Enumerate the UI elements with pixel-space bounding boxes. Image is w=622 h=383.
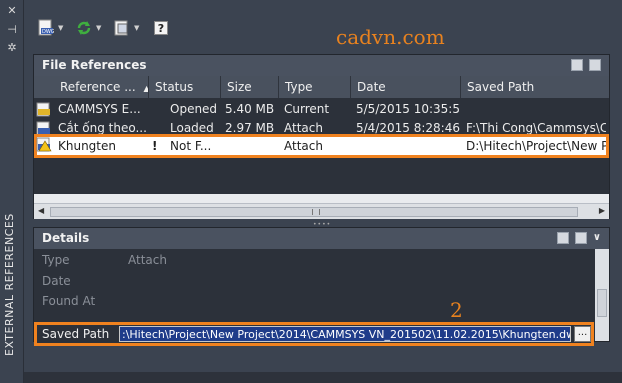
detail-row-type: Type Attach [42, 250, 167, 270]
column-status[interactable]: Status [149, 76, 221, 98]
warning-icon: ! [152, 139, 158, 153]
toolbar: DWG ▼ ▼ ▼ ? cadvn.com [24, 0, 622, 49]
grip-icon [312, 209, 320, 215]
table-row[interactable]: CAMMSYS E... Opened 5.40 MB Current 5/5/… [34, 100, 609, 119]
palette-strip: ✕ ⊣ ✲ EXTERNAL REFERENCES [0, 0, 24, 383]
status: Not F... [170, 139, 212, 153]
scroll-right-icon[interactable]: ▶ [599, 206, 605, 215]
help-icon: ? [154, 21, 168, 35]
change-path-button[interactable]: ▼ [114, 18, 139, 38]
date: 5/5/2015 10:35:5... [356, 102, 460, 116]
detail-row-date: Date [42, 271, 71, 291]
details-view-icon[interactable] [556, 232, 569, 244]
column-label: Reference ... [60, 80, 136, 94]
detail-label: Type [42, 253, 70, 267]
properties-icon[interactable]: ✲ [6, 42, 18, 54]
table-row-selected[interactable]: Khungten ! Not F... Attach D:\Hitech\Pro… [34, 134, 609, 158]
current-drawing-icon [36, 102, 50, 117]
collapse-icon[interactable]: ∨ [593, 232, 601, 244]
details-header: Details ∨ [34, 228, 609, 249]
status-bar [24, 372, 622, 383]
chevron-down-icon[interactable]: ▼ [58, 24, 63, 32]
details-body: Type Attach Date Found At 2 Saved Path :… [34, 249, 609, 346]
detail-label: Date [42, 274, 71, 288]
attach-dwg-icon: DWG [38, 19, 54, 36]
browse-button[interactable]: ... [574, 326, 591, 342]
column-date[interactable]: Date [351, 76, 461, 98]
auto-hide-icon[interactable]: ⊣ [6, 24, 18, 36]
status: Opened [170, 102, 218, 116]
palette-title: EXTERNAL REFERENCES [3, 213, 16, 356]
saved-path-label: Saved Path [42, 327, 110, 341]
chevron-down-icon[interactable]: ▼ [96, 24, 101, 32]
type: Current [284, 102, 330, 116]
scroll-left-icon[interactable]: ◀ [38, 206, 44, 215]
watermark: cadvn.com [336, 25, 445, 49]
help-button[interactable]: ? [154, 18, 168, 38]
table-header: Reference ... ▲ Status Size Type Date Sa… [34, 76, 609, 98]
missing-file-icon [36, 137, 52, 152]
detail-value: Attach [128, 253, 167, 267]
column-size[interactable]: Size [221, 76, 279, 98]
horizontal-scrollbar[interactable]: ◀ ▶ [34, 203, 609, 219]
type: Attach [284, 139, 323, 153]
column-type[interactable]: Type [279, 76, 351, 98]
table-body: CAMMSYS E... Opened 5.40 MB Current 5/5/… [34, 98, 609, 234]
saved-path-row: Saved Path :\Hitech\Project\New Project\… [34, 322, 594, 346]
panel-splitter[interactable]: •••• [33, 219, 610, 228]
column-saved-path[interactable]: Saved Path [461, 76, 609, 98]
attach-dwg-button[interactable]: DWG ▼ [38, 18, 63, 38]
detail-label: Found At [42, 294, 96, 308]
refresh-icon [77, 21, 91, 35]
annotation-number: 2 [450, 298, 463, 322]
scrollbar-thumb[interactable] [50, 207, 578, 217]
chevron-down-icon[interactable]: ▼ [134, 24, 139, 32]
size: 5.40 MB [225, 102, 275, 116]
close-icon[interactable]: ✕ [6, 5, 18, 17]
reference-name: Khungten [58, 137, 148, 155]
file-references-panel: File References Reference ... ▲ Status S… [33, 54, 610, 234]
change-path-icon [114, 20, 128, 36]
panel-title: Details [42, 231, 90, 245]
column-reference-name[interactable]: Reference ... ▲ [54, 76, 149, 98]
svg-text:DWG: DWG [42, 29, 54, 35]
details-panel: Details ∨ Type Attach Date Found At 2 Sa… [33, 227, 610, 346]
tree-view-icon[interactable] [589, 59, 601, 71]
refresh-button[interactable]: ▼ [76, 18, 101, 38]
file-references-header: File References [34, 55, 609, 76]
reference-name: CAMMSYS E... [58, 102, 141, 116]
detail-row-found-at: Found At [42, 291, 95, 311]
list-view-icon[interactable] [571, 59, 583, 71]
preview-icon[interactable] [574, 232, 587, 244]
saved-path: D:\Hitech\Project\New Pro [466, 139, 606, 153]
saved-path-field[interactable]: :\Hitech\Project\New Project\2014\CAMMSY… [119, 326, 571, 342]
scrollbar-thumb[interactable] [597, 289, 607, 317]
panel-title: File References [42, 58, 147, 72]
vertical-scrollbar[interactable] [595, 249, 609, 341]
